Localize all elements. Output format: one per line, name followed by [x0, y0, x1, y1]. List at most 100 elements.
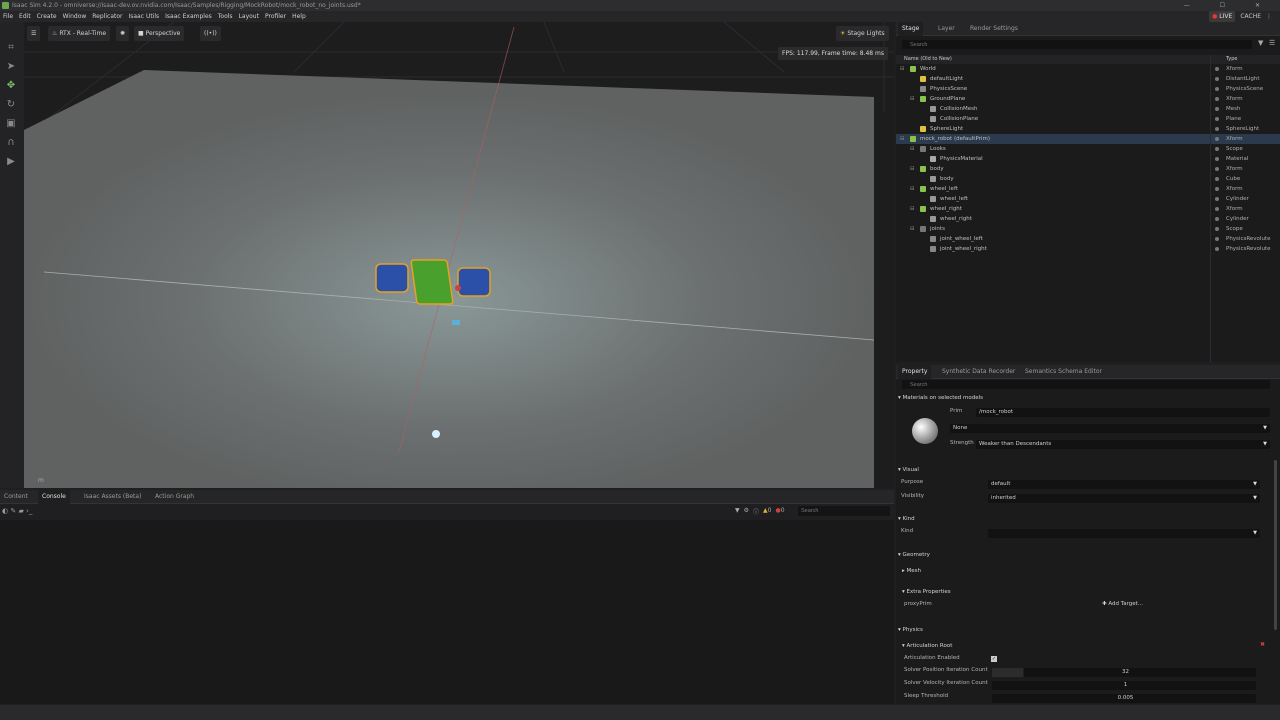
- visibility-eye-icon[interactable]: [1215, 197, 1219, 201]
- select-arrow-icon[interactable]: ➤: [5, 61, 17, 73]
- visibility-eye-icon[interactable]: [1215, 157, 1219, 161]
- tab-content[interactable]: Content: [0, 490, 32, 504]
- visibility-eye-icon[interactable]: [1215, 67, 1219, 71]
- geometry-section-header[interactable]: ▾ Geometry: [898, 550, 1270, 560]
- stage-tree-row[interactable]: ⊟ GroundPlane Xform: [896, 94, 1280, 104]
- visual-section-header[interactable]: ▾ Visual: [898, 465, 1270, 475]
- terminal-icon[interactable]: ›_: [26, 507, 32, 515]
- menu-edit[interactable]: Edit: [16, 11, 34, 22]
- window-controls[interactable]: — ☐ ✕: [1184, 0, 1274, 11]
- visibility-eye-icon[interactable]: [1215, 227, 1219, 231]
- extra-properties-header[interactable]: ▾ Extra Properties: [902, 587, 1274, 597]
- sleep-threshold-field[interactable]: 0.005: [992, 694, 1256, 703]
- filter-icon[interactable]: ▼: [735, 507, 740, 516]
- visibility-eye-icon[interactable]: [1215, 247, 1219, 251]
- menu-tools[interactable]: Tools: [215, 11, 236, 22]
- expand-toggle-icon[interactable]: ⊟: [910, 204, 915, 214]
- menu-overflow-icon[interactable]: ⋮: [1266, 11, 1272, 22]
- stage-menu-icon[interactable]: ☰: [1269, 39, 1275, 47]
- filter-icon[interactable]: ▼: [1258, 39, 1263, 47]
- col-type-header[interactable]: Type: [1226, 55, 1237, 64]
- scale-tool-icon[interactable]: ▣: [5, 118, 17, 130]
- visibility-eye-icon[interactable]: [1215, 177, 1219, 181]
- visibility-eye-icon[interactable]: [1215, 187, 1219, 191]
- visibility-eye-icon[interactable]: [1215, 207, 1219, 211]
- hamburger-icon[interactable]: ☰: [27, 26, 41, 41]
- menu-layout[interactable]: Layout: [236, 11, 262, 22]
- solver-position-field[interactable]: 32: [992, 668, 1256, 677]
- physics-section-header[interactable]: ▾ Physics: [898, 625, 1270, 635]
- visibility-eye-icon[interactable]: [1215, 77, 1219, 81]
- stage-tree-row[interactable]: wheel_left Cylinder: [896, 194, 1280, 204]
- visibility-eye-icon[interactable]: [1215, 137, 1219, 141]
- expand-toggle-icon[interactable]: ⊟: [910, 144, 915, 154]
- stage-tree-row[interactable]: ⊟ wheel_left Xform: [896, 184, 1280, 194]
- visibility-select[interactable]: inherited ▼: [988, 494, 1260, 503]
- stage-tree-row[interactable]: SphereLight SphereLight: [896, 124, 1280, 134]
- info-icon[interactable]: ⓘ: [753, 507, 759, 516]
- select-mode-icon[interactable]: ⌗: [5, 42, 17, 54]
- visibility-eye-icon[interactable]: [1215, 237, 1219, 241]
- mesh-section-header[interactable]: ▸ Mesh: [902, 566, 1274, 576]
- expand-toggle-icon[interactable]: ⊟: [910, 94, 915, 104]
- solver-velocity-field[interactable]: 1: [992, 681, 1256, 690]
- stage-tree-row[interactable]: ⊟ World Xform: [896, 64, 1280, 74]
- stage-tree-row[interactable]: PhysicsScene PhysicsScene: [896, 84, 1280, 94]
- viewport[interactable]: m FPS: 117.99, Frame time: 8.48 ms: [24, 22, 894, 488]
- folder-icon[interactable]: ▰: [18, 507, 23, 515]
- prim-path-field[interactable]: /mock_robot: [976, 408, 1270, 417]
- edit-icon[interactable]: ✎: [10, 507, 16, 515]
- visibility-eye-icon[interactable]: [1215, 87, 1219, 91]
- stage-tree-row[interactable]: CollisionPlane Plane: [896, 114, 1280, 124]
- col-name-header[interactable]: Name (Old to New): [904, 55, 952, 64]
- tab-action-graph[interactable]: Action Graph: [151, 490, 198, 504]
- visibility-eye-icon[interactable]: [1215, 217, 1219, 221]
- snap-tool-icon[interactable]: ∩: [5, 137, 17, 149]
- stage-tree-row[interactable]: joint_wheel_right PhysicsRevolute: [896, 244, 1280, 254]
- tab-stage[interactable]: Stage: [898, 22, 924, 36]
- tab-semantics-schema-editor[interactable]: Semantics Schema Editor: [1021, 365, 1106, 379]
- stage-tree-row[interactable]: defaultLight DistantLight: [896, 74, 1280, 84]
- tab-render-settings[interactable]: Render Settings: [966, 22, 1022, 36]
- visibility-eye-icon[interactable]: [1215, 147, 1219, 151]
- property-search-input[interactable]: [902, 380, 1270, 389]
- camera-settings-icon[interactable]: ✺: [116, 26, 130, 41]
- live-badge[interactable]: ● LIVE: [1209, 11, 1236, 22]
- articulation-enabled-checkbox[interactable]: ✓: [991, 656, 997, 662]
- stage-tree-row[interactable]: PhysicsMaterial Material: [896, 154, 1280, 164]
- stage-search-input[interactable]: [902, 40, 1252, 49]
- kind-section-header[interactable]: ▾ Kind: [898, 514, 1270, 524]
- play-icon[interactable]: ▶: [5, 156, 17, 168]
- rotate-tool-icon[interactable]: ↻: [5, 99, 17, 111]
- remove-component-icon[interactable]: ✖: [1260, 641, 1265, 648]
- clear-icon[interactable]: ◐: [2, 507, 8, 515]
- material-select[interactable]: None ▼: [950, 424, 1270, 433]
- stage-tree-row[interactable]: ⊟ mock_robot (defaultPrim) Xform: [896, 134, 1280, 144]
- move-tool-icon[interactable]: ✥: [5, 80, 17, 92]
- menu-file[interactable]: File: [0, 11, 16, 22]
- expand-toggle-icon[interactable]: ⊟: [910, 164, 915, 174]
- expand-toggle-icon[interactable]: ⊟: [900, 134, 905, 144]
- menu-profiler[interactable]: Profiler: [262, 11, 289, 22]
- stage-tree-row[interactable]: ⊟ joints Scope: [896, 224, 1280, 234]
- tab-console[interactable]: Console: [38, 490, 70, 504]
- camera-button[interactable]: ■ Perspective: [134, 26, 185, 41]
- expand-toggle-icon[interactable]: ⊟: [900, 64, 905, 74]
- tab-property[interactable]: Property: [898, 365, 932, 379]
- expand-toggle-icon[interactable]: ⊟: [910, 184, 915, 194]
- stage-tree-row[interactable]: wheel_right Cylinder: [896, 214, 1280, 224]
- stage-tree-row[interactable]: CollisionMesh Mesh: [896, 104, 1280, 114]
- warn-count[interactable]: ▲0: [763, 507, 771, 516]
- renderer-button[interactable]: ♨ RTX - Real-Time: [48, 26, 111, 41]
- settings-icon[interactable]: ⚙: [744, 507, 749, 516]
- menu-isaac-examples[interactable]: Isaac Examples: [162, 11, 215, 22]
- menu-isaac-utils[interactable]: Isaac Utils: [125, 11, 162, 22]
- broadcast-icon[interactable]: ((•)): [200, 26, 221, 41]
- stage-tree-row[interactable]: ⊟ Looks Scope: [896, 144, 1280, 154]
- kind-select[interactable]: ▼: [988, 529, 1260, 538]
- materials-section-header[interactable]: ▾ Materials on selected models: [898, 393, 1270, 403]
- tab-isaac-assets[interactable]: Isaac Assets (Beta): [80, 490, 145, 504]
- menu-window[interactable]: Window: [60, 11, 90, 22]
- menu-help[interactable]: Help: [289, 11, 309, 22]
- console-search-input[interactable]: [798, 506, 890, 516]
